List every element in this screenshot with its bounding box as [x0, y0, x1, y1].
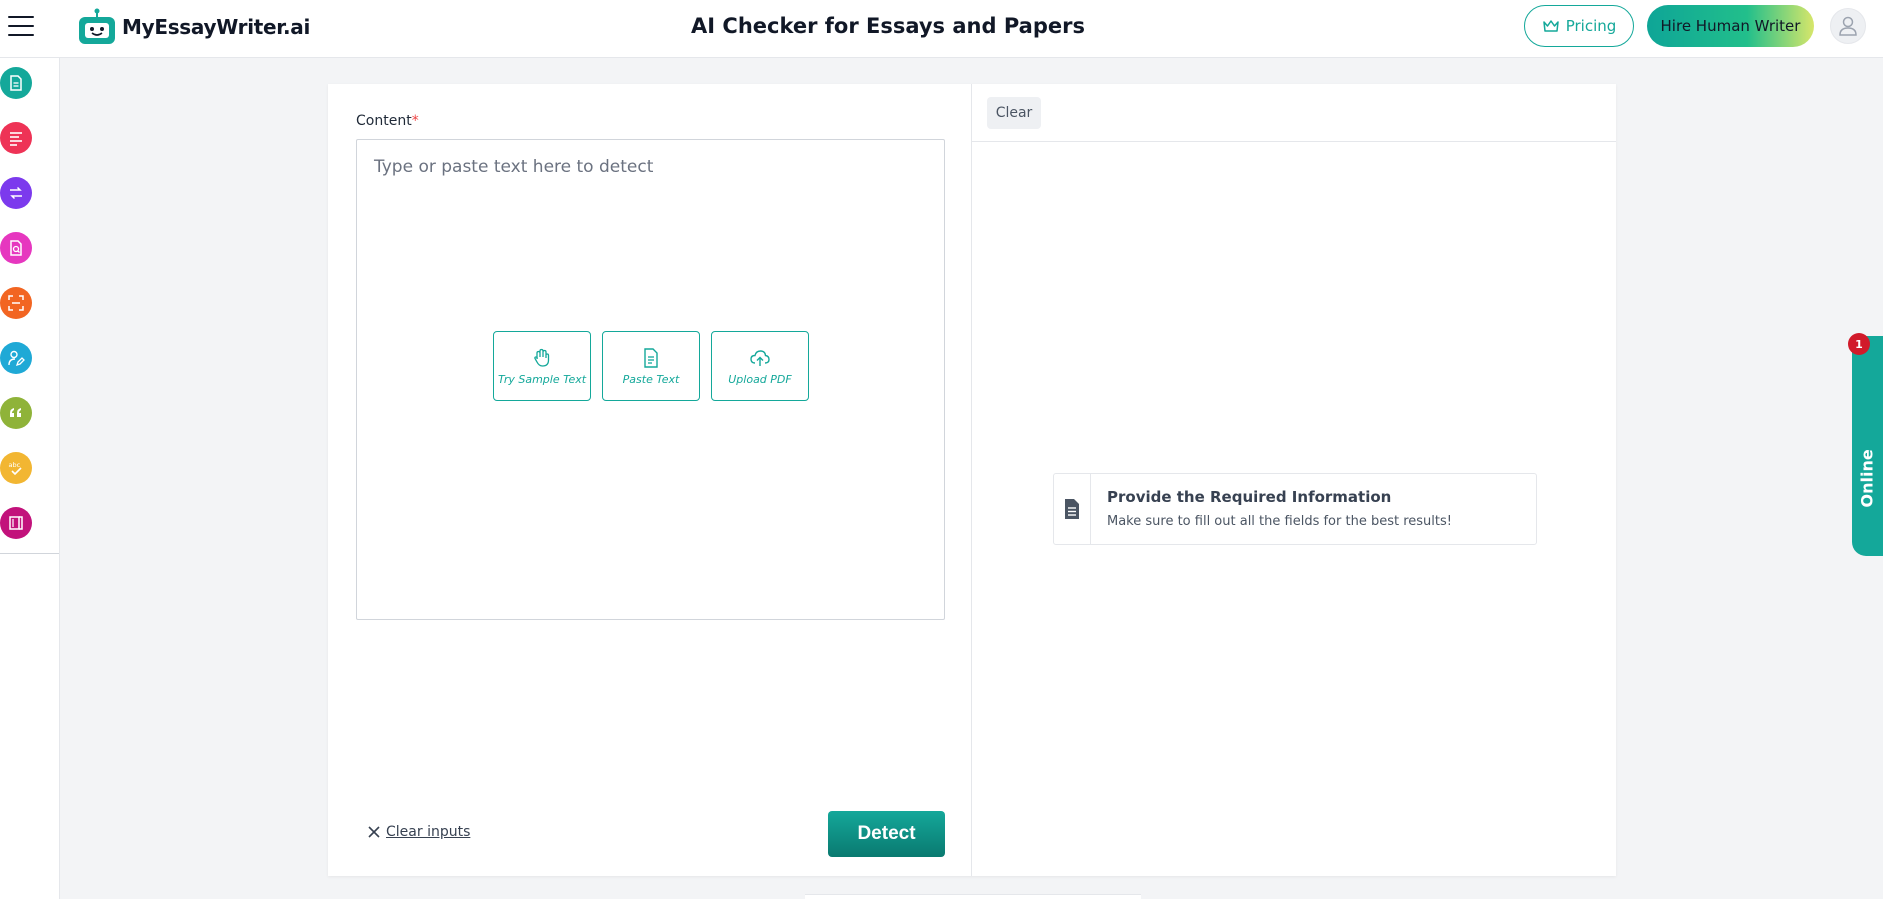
tools-sidebar: abc	[0, 58, 60, 899]
top-header: MyEssayWriter.ai AI Checker for Essays a…	[0, 0, 1883, 58]
quote-icon	[10, 408, 21, 417]
sidebar-tool-citation[interactable]	[0, 397, 32, 429]
paste-text-label: Paste Text	[622, 372, 680, 386]
info-title: Provide the Required Information	[1107, 488, 1392, 506]
document-info-icon	[1065, 499, 1079, 519]
sidebar-tool-spell-check[interactable]: abc	[0, 452, 32, 484]
online-chat-widget[interactable]: Online	[1852, 336, 1883, 556]
pricing-label: Pricing	[1565, 17, 1617, 35]
online-label: Online	[1857, 449, 1877, 508]
upload-pdf-label: Upload PDF	[728, 372, 792, 386]
sidebar-tool-book[interactable]	[0, 507, 32, 539]
sidebar-tool-user-edit[interactable]	[0, 342, 32, 374]
scan-text-icon	[8, 295, 24, 311]
paste-document-icon	[644, 347, 658, 368]
input-actions: Try Sample Text Paste Text Upload PDF	[493, 331, 809, 401]
try-sample-text-button[interactable]: Try Sample Text	[493, 331, 591, 401]
hire-human-writer-button[interactable]: Hire Human Writer	[1647, 5, 1814, 47]
clear-results-button[interactable]: Clear	[987, 97, 1041, 129]
required-mark: *	[411, 113, 419, 129]
content-label-text: Content	[356, 113, 412, 129]
info-subtitle: Make sure to fill out all the fields for…	[1107, 514, 1452, 529]
sidebar-tool-paraphrase[interactable]	[0, 177, 32, 209]
crown-icon	[1542, 20, 1559, 32]
spell-check-icon: abc	[9, 461, 22, 476]
hand-icon	[534, 348, 550, 367]
user-edit-icon	[8, 350, 25, 367]
paste-text-button[interactable]: Paste Text	[602, 331, 700, 401]
results-toolbar: Clear	[972, 84, 1616, 142]
user-icon	[1839, 16, 1857, 36]
close-icon	[368, 826, 380, 838]
required-info-card: Provide the Required Information Make su…	[1053, 473, 1537, 545]
file-search-icon	[10, 240, 22, 256]
svg-text:abc: abc	[9, 461, 21, 469]
try-sample-text-label: Try Sample Text	[497, 372, 587, 386]
cloud-upload-icon	[750, 349, 770, 366]
book-icon	[9, 516, 23, 530]
clear-inputs-label: Clear inputs	[386, 824, 471, 840]
sidebar-tool-document[interactable]	[0, 67, 32, 99]
paraphrase-icon	[10, 186, 22, 200]
clear-inputs-link[interactable]: Clear inputs	[368, 824, 470, 840]
panel-divider	[971, 84, 972, 876]
sidebar-tool-scan[interactable]	[0, 287, 32, 319]
sidebar-tool-text[interactable]	[0, 122, 32, 154]
page-title: AI Checker for Essays and Papers	[691, 14, 1085, 38]
info-icon-column	[1054, 474, 1091, 544]
text-lines-icon	[10, 132, 22, 146]
sidebar-tool-file-search[interactable]	[0, 232, 32, 264]
chat-notification-badge: 1	[1848, 333, 1870, 355]
upload-pdf-button[interactable]: Upload PDF	[711, 331, 809, 401]
detect-button[interactable]: Detect	[828, 811, 945, 857]
document-icon	[10, 75, 22, 91]
content-label: Content*	[356, 113, 419, 129]
checker-panel: Content* Try Sample Text Paste Text Uplo…	[328, 84, 1616, 876]
pricing-button[interactable]: Pricing	[1524, 5, 1634, 47]
user-avatar[interactable]	[1830, 8, 1866, 44]
sidebar-divider	[0, 553, 59, 554]
bottom-tab-edge	[805, 894, 1141, 899]
